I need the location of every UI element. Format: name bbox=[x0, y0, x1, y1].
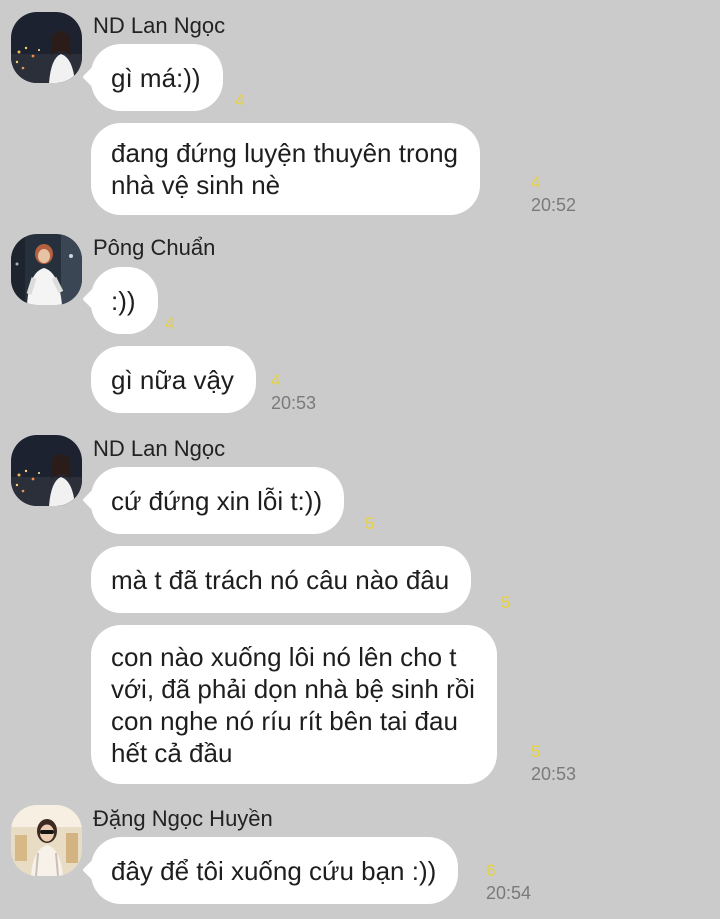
message-time: 20:53 bbox=[531, 764, 577, 784]
message-text: đây để tôi xuống cứu bạn :)) bbox=[111, 855, 437, 886]
seen-count: 5 bbox=[365, 514, 375, 533]
message-text: cứ đứng xin lỗi t:)) bbox=[111, 485, 323, 516]
avatar-photo-city-night-icon bbox=[11, 435, 82, 506]
avatar[interactable] bbox=[11, 435, 82, 506]
message-text: mà t đã trách nó câu nào đâu bbox=[111, 564, 450, 595]
message-text: hết cả đầu bbox=[111, 737, 233, 768]
message-bubble[interactable]: đang đứng luyện thuyên trong nhà vệ sinh… bbox=[91, 123, 481, 215]
avatar-photo-person-white-shirt-icon bbox=[11, 234, 82, 305]
message-bubble[interactable]: gì nữa vậy bbox=[91, 346, 256, 413]
sender-name: ND Lan Ngọc bbox=[93, 13, 226, 38]
seen-count: 4 bbox=[235, 91, 245, 110]
message-time: 20:53 bbox=[271, 393, 317, 413]
sender-name: ND Lan Ngọc bbox=[93, 436, 226, 461]
message-bubble[interactable]: gì má:)) bbox=[91, 44, 223, 111]
seen-count: 4 bbox=[271, 371, 281, 390]
sender-name: Pông Chuẩn bbox=[93, 235, 216, 260]
message-bubble[interactable]: con nào xuống lôi nó lên cho t với, đã p… bbox=[91, 625, 497, 784]
seen-count: 6 bbox=[486, 861, 496, 880]
message-text: với, đã phải dọn nhà bệ sinh rồi bbox=[111, 673, 475, 704]
message-text: con nào xuống lôi nó lên cho t bbox=[111, 641, 457, 672]
message-text: nhà vệ sinh nè bbox=[111, 170, 281, 200]
message-text: :)) bbox=[111, 285, 136, 316]
message-bubble[interactable]: đây để tôi xuống cứu bạn :)) bbox=[91, 837, 459, 904]
message-time: 20:54 bbox=[486, 883, 532, 903]
avatar[interactable] bbox=[11, 805, 82, 876]
chat-screen: { "groups": [ { "sender": "ND Lan Ngọc",… bbox=[0, 0, 720, 919]
message-text: gì má:)) bbox=[111, 62, 201, 93]
message-text: con nghe nó ríu rít bên tai đau bbox=[111, 705, 458, 736]
message-text: gì nữa vậy bbox=[111, 364, 234, 395]
avatar-photo-city-night-icon bbox=[11, 12, 82, 83]
avatar[interactable] bbox=[11, 234, 82, 305]
seen-count: 5 bbox=[501, 593, 511, 612]
message-bubble[interactable]: cứ đứng xin lỗi t:)) bbox=[91, 467, 345, 534]
message-bubble[interactable]: mà t đã trách nó câu nào đâu bbox=[91, 546, 472, 613]
seen-count: 5 bbox=[531, 742, 541, 761]
avatar-photo-person-sunglasses-icon bbox=[11, 805, 82, 876]
message-time: 20:52 bbox=[531, 195, 577, 215]
message-bubble[interactable]: :)) bbox=[91, 267, 158, 334]
seen-count: 4 bbox=[165, 314, 175, 333]
message-text: đang đứng luyện thuyên trong bbox=[111, 138, 459, 168]
avatar[interactable] bbox=[11, 12, 82, 83]
seen-count: 4 bbox=[531, 173, 541, 192]
sender-name: Đặng Ngọc Huyền bbox=[93, 806, 273, 831]
